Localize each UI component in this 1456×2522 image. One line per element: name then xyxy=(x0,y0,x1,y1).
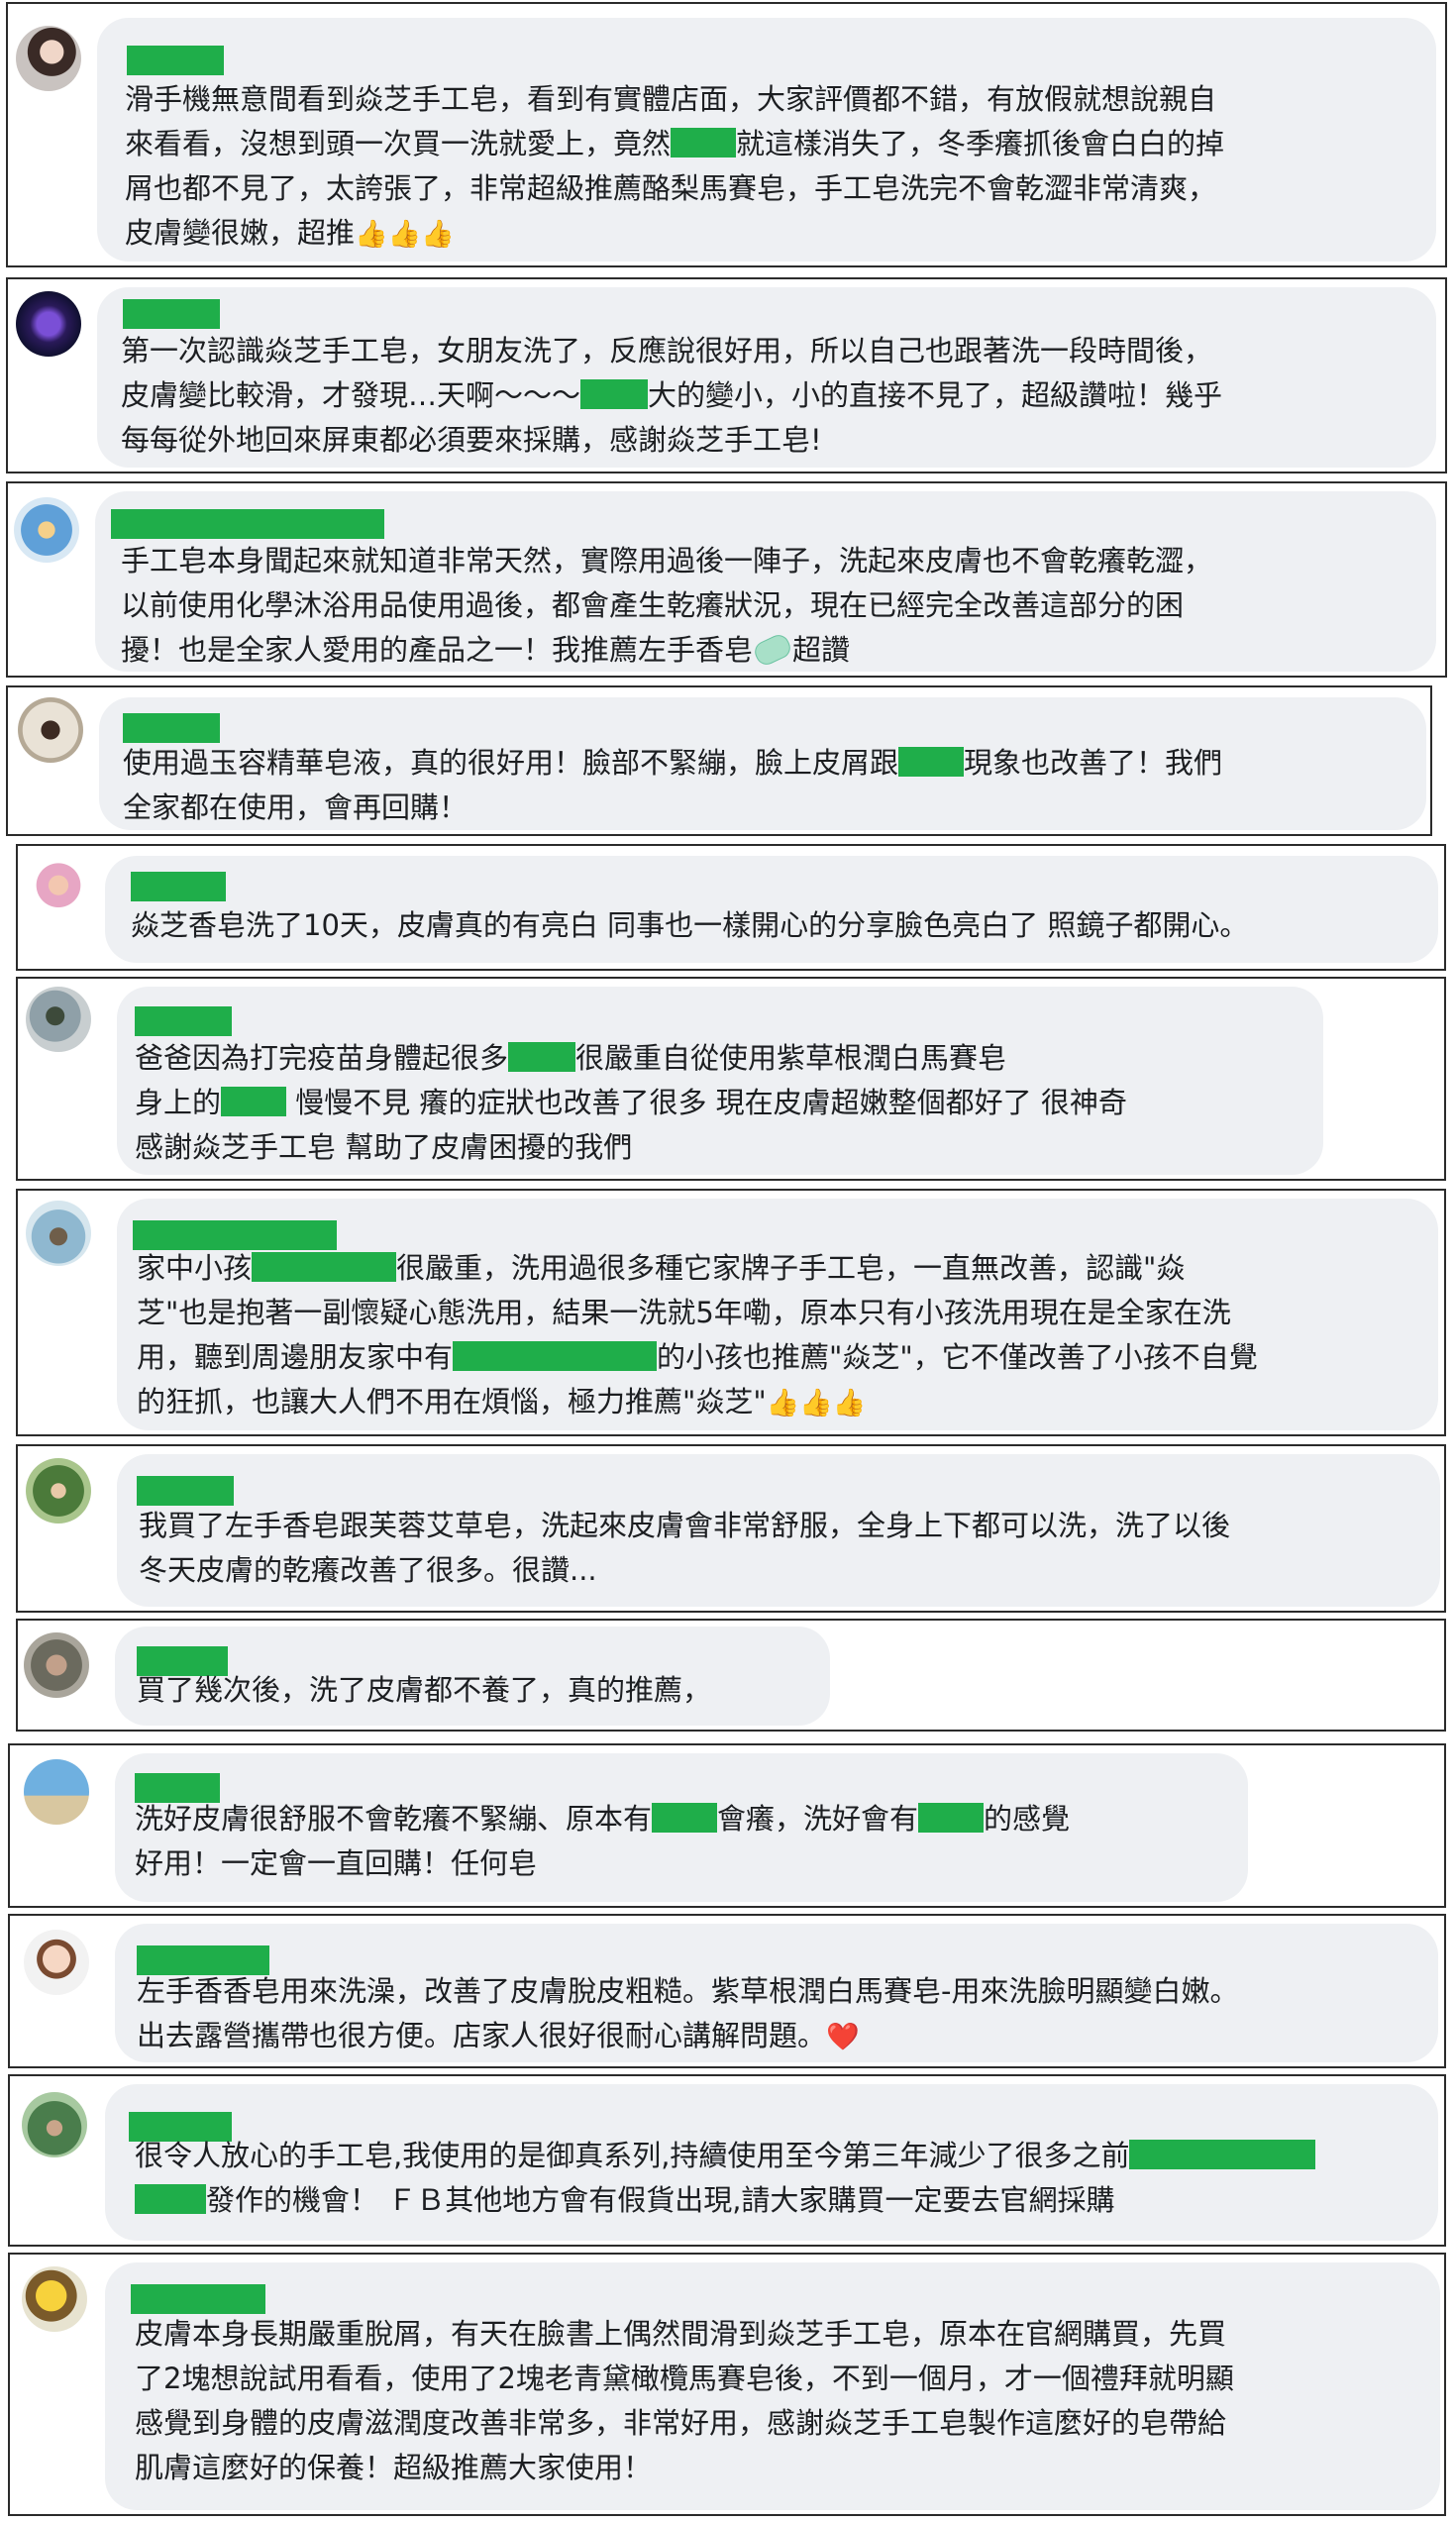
comment-bubble: 皮膚本身長期嚴重脫屑，有天在臉書上偶然間滑到焱芝手工皂，原本在官網購買，先買 了… xyxy=(105,2262,1440,2510)
review-card: 家中小孩 很嚴重，洗用過很多種它家牌子手工皂，一直無改善，認識"焱 芝"也是抱著一… xyxy=(16,1189,1446,1436)
comment-text: 焱芝香皂洗了10天，皮膚真的有亮白 同事也一樣開心的分享臉色亮白了 照鏡子都開心… xyxy=(131,908,1249,942)
redacted-text xyxy=(252,1252,397,1282)
comment-bubble: 使用過玉容精華皂液，真的很好用！臉部不緊繃，臉上皮屑跟 現象也改善了！我們 全家都… xyxy=(99,697,1426,830)
commenter-name-redacted[interactable] xyxy=(123,713,220,743)
comment-text: 很令人放心的手工皂,我使用的是御真系列,持續使用至今第三年減少了很多之前 發作的… xyxy=(135,2134,1316,2223)
review-card: 很令人放心的手工皂,我使用的是御真系列,持續使用至今第三年減少了很多之前 發作的… xyxy=(8,2074,1446,2247)
review-card: 手工皂本身聞起來就知道非常天然，實際用過後一陣子，洗起來皮膚也不會乾癢乾澀， 以… xyxy=(6,481,1447,678)
commenter-name-redacted[interactable] xyxy=(135,1006,232,1036)
comment-text: 第一次認識焱芝手工皂，女朋友洗了，反應說很好用，所以自己也跟著洗一段時間後， 皮… xyxy=(121,334,1223,457)
comment-text: 手工皂本身聞起來就知道非常天然，實際用過後一陣子，洗起來皮膚也不會乾癢乾澀， 以… xyxy=(121,544,1213,669)
comment-text: 爸爸因為打完疫苗身體起很多 很嚴重自從使用紫草根潤白馬賽皂 身上的 慢慢不見 癢的… xyxy=(135,1041,1127,1164)
heart-icon: ❤️ xyxy=(826,2022,860,2052)
avatar[interactable] xyxy=(24,1759,89,1825)
comment-bubble: 滑手機無意間看到焱芝手工皂，看到有實體店面，大家評價都不錯，有放假就想說親自 來… xyxy=(97,18,1436,262)
review-card: 焱芝香皂洗了10天，皮膚真的有亮白 同事也一樣開心的分享臉色亮白了 照鏡子都開心… xyxy=(16,844,1446,971)
redacted-text xyxy=(652,1803,718,1833)
comment-text: 滑手機無意間看到焱芝手工皂，看到有實體店面，大家評價都不錯，有放假就想說親自 來… xyxy=(125,82,1225,250)
review-card: 第一次認識焱芝手工皂，女朋友洗了，反應說很好用，所以自己也跟著洗一段時間後， 皮… xyxy=(6,277,1447,473)
commenter-name-redacted[interactable] xyxy=(127,46,224,75)
review-card: 我買了左手香皂跟芙蓉艾草皂，洗起來皮膚會非常舒服，全身上下都可以洗，洗了以後 冬… xyxy=(16,1444,1446,1613)
comment-text: 我買了左手香皂跟芙蓉艾草皂，洗起來皮膚會非常舒服，全身上下都可以洗，洗了以後 冬… xyxy=(139,1509,1231,1587)
avatar[interactable] xyxy=(26,856,91,921)
redacted-text xyxy=(1129,2140,1316,2169)
comment-bubble: 很令人放心的手工皂,我使用的是御真系列,持續使用至今第三年減少了很多之前 發作的… xyxy=(105,2084,1438,2241)
review-card: 左手香香皂用來洗澡，改善了皮膚脫皮粗糙。紫草根潤白馬賽皂-用來洗臉明顯變白嫩。 … xyxy=(8,1914,1446,2068)
avatar[interactable] xyxy=(14,497,79,563)
avatar[interactable] xyxy=(16,26,81,91)
review-card: 使用過玉容精華皂液，真的很好用！臉部不緊繃，臉上皮屑跟 現象也改善了！我們 全家都… xyxy=(6,685,1432,836)
avatar[interactable] xyxy=(22,2092,87,2157)
redacted-text xyxy=(918,1803,985,1833)
comment-text: 買了幾次後，洗了皮膚都不養了，真的推薦， xyxy=(137,1673,712,1707)
review-card: 買了幾次後，洗了皮膚都不養了，真的推薦， xyxy=(16,1619,1446,1732)
comment-text: 使用過玉容精華皂液，真的很好用！臉部不緊繃，臉上皮屑跟 現象也改善了！我們 全家都… xyxy=(123,746,1223,824)
avatar[interactable] xyxy=(18,697,83,763)
comment-bubble: 第一次認識焱芝手工皂，女朋友洗了，反應說很好用，所以自己也跟著洗一段時間後， 皮… xyxy=(97,287,1436,468)
commenter-name-redacted[interactable] xyxy=(111,509,384,539)
comment-bubble: 買了幾次後，洗了皮膚都不養了，真的推薦， xyxy=(115,1627,830,1726)
avatar[interactable] xyxy=(16,291,81,357)
redacted-text xyxy=(453,1341,658,1371)
avatar[interactable] xyxy=(24,1632,89,1698)
comment-text: 左手香香皂用來洗澡，改善了皮膚脫皮粗糙。紫草根潤白馬賽皂-用來洗臉明顯變白嫩。 … xyxy=(137,1974,1239,2052)
thumbs-up-icon: 👍👍👍 xyxy=(355,219,455,250)
redacted-text xyxy=(508,1042,576,1072)
comment-text: 皮膚本身長期嚴重脫屑，有天在臉書上偶然間滑到焱芝手工皂，原本在官網購買，先買 了… xyxy=(135,2317,1234,2484)
commenter-name-redacted[interactable] xyxy=(137,1476,234,1506)
redacted-text xyxy=(221,1087,287,1116)
review-card: 皮膚本身長期嚴重脫屑，有天在臉書上偶然間滑到焱芝手工皂，原本在官網購買，先買 了… xyxy=(8,2253,1446,2516)
redacted-text xyxy=(135,2184,206,2214)
commenter-name-redacted[interactable] xyxy=(131,872,226,901)
redacted-text xyxy=(671,128,737,158)
commenter-name-redacted[interactable] xyxy=(123,299,220,329)
comment-bubble: 我買了左手香皂跟芙蓉艾草皂，洗起來皮膚會非常舒服，全身上下都可以洗，洗了以後 冬… xyxy=(117,1454,1440,1607)
comment-bubble: 洗好皮膚很舒服不會乾癢不緊繃、原本有 會癢，洗好會有 的感覺 好用！一定會一直回購！… xyxy=(115,1753,1248,1902)
comment-bubble: 左手香香皂用來洗澡，改善了皮膚脫皮粗糙。紫草根潤白馬賽皂-用來洗臉明顯變白嫩。 … xyxy=(115,1924,1438,2062)
avatar[interactable] xyxy=(24,1930,89,1995)
review-card: 洗好皮膚很舒服不會乾癢不緊繃、原本有 會癢，洗好會有 的感覺 好用！一定會一直回購！… xyxy=(8,1743,1446,1908)
commenter-name-redacted[interactable] xyxy=(131,2284,265,2314)
comment-bubble: 家中小孩 很嚴重，洗用過很多種它家牌子手工皂，一直無改善，認識"焱 芝"也是抱著一… xyxy=(117,1199,1438,1430)
comment-bubble: 焱芝香皂洗了10天，皮膚真的有亮白 同事也一樣開心的分享臉色亮白了 照鏡子都開心… xyxy=(105,856,1438,963)
comment-bubble: 手工皂本身聞起來就知道非常天然，實際用過後一陣子，洗起來皮膚也不會乾癢乾澀， 以… xyxy=(95,491,1436,672)
avatar[interactable] xyxy=(26,987,91,1052)
comment-bubble: 爸爸因為打完疫苗身體起很多 很嚴重自從使用紫草根潤白馬賽皂 身上的 慢慢不見 癢的… xyxy=(117,987,1323,1175)
redacted-text xyxy=(898,747,965,777)
comment-text: 家中小孩 很嚴重，洗用過很多種它家牌子手工皂，一直無改善，認識"焱 芝"也是抱著一… xyxy=(137,1251,1258,1419)
avatar[interactable] xyxy=(26,1458,91,1524)
redacted-text xyxy=(580,379,649,409)
avatar[interactable] xyxy=(22,2266,87,2332)
thumbs-up-icon: 👍👍👍 xyxy=(766,1388,867,1419)
comment-text: 洗好皮膚很舒服不會乾癢不緊繃、原本有 會癢，洗好會有 的感覺 好用！一定會一直回購！… xyxy=(135,1802,1071,1880)
avatar[interactable] xyxy=(26,1201,91,1266)
review-card: 滑手機無意間看到焱芝手工皂，看到有實體店面，大家評價都不錯，有放假就想說親自 來… xyxy=(6,2,1447,267)
review-card: 爸爸因為打完疫苗身體起很多 很嚴重自從使用紫草根潤白馬賽皂 身上的 慢慢不見 癢的… xyxy=(16,977,1446,1181)
soap-icon xyxy=(751,631,794,669)
